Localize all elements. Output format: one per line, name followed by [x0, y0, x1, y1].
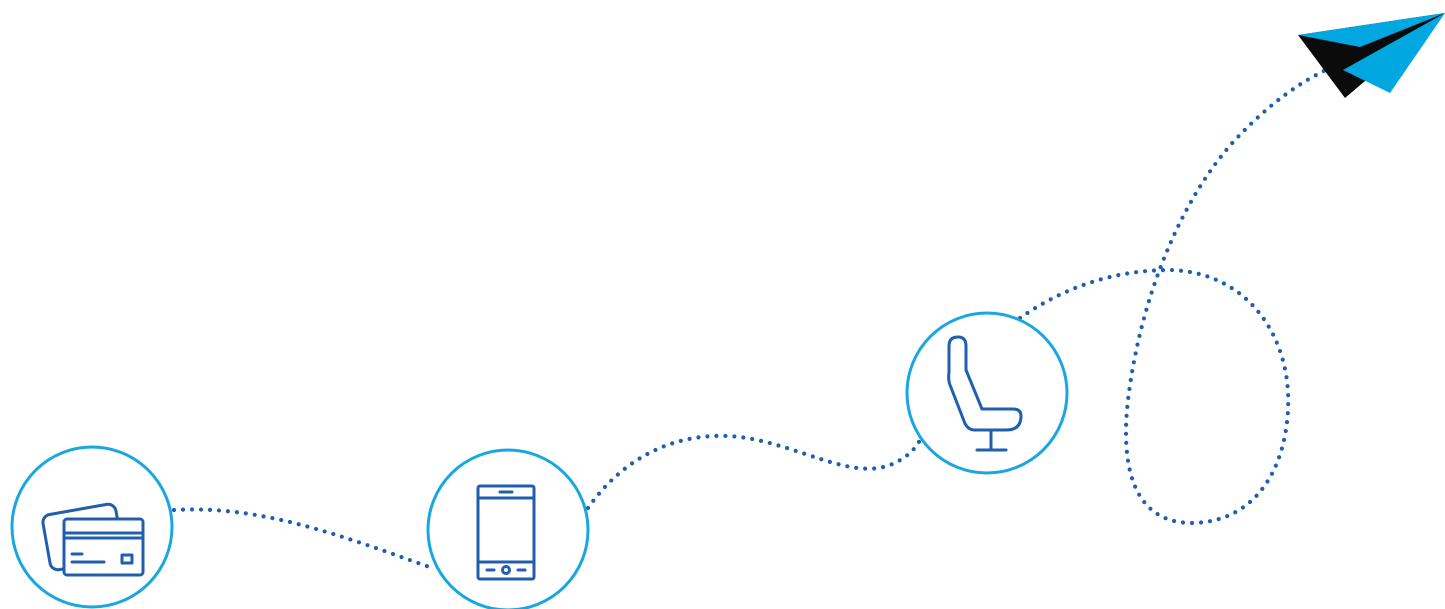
paper-plane-icon	[1298, 13, 1445, 98]
step-payment	[10, 445, 174, 609]
journey-dotted-path	[171, 65, 1333, 571]
step-seat	[905, 311, 1069, 475]
step-mobile	[426, 448, 590, 609]
smartphone-icon	[476, 484, 536, 581]
journey-diagram	[10, 13, 1445, 609]
